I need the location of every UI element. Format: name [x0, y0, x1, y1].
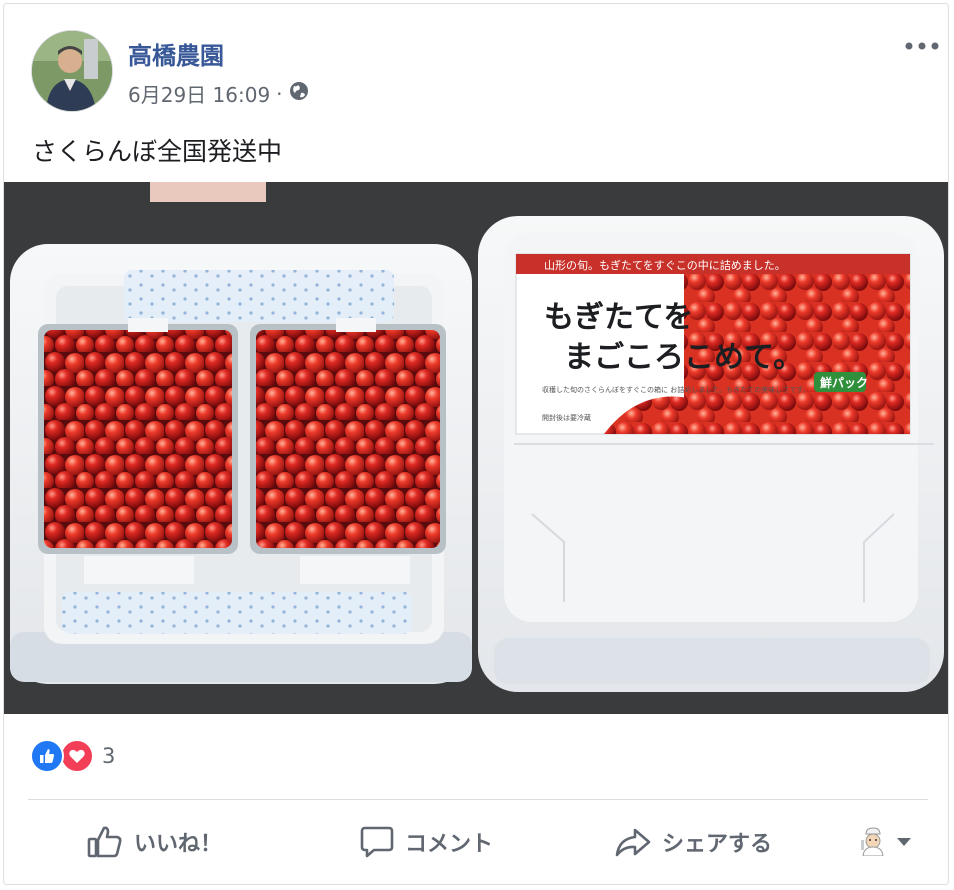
- lid-headline-2: まごころこめて。: [564, 340, 803, 375]
- meta-separator: ·: [276, 81, 283, 106]
- lid-desc: 収穫した旬のさくらんぼをすぐこの箱に お詰めしました。もぎたての美味しさです。: [542, 385, 810, 394]
- comment-icon: [359, 824, 395, 860]
- cherry-box-photo: 山形の旬。もぎたてをすぐこの中に詰めました。 もぎたてを まごころこめて。 鮮パ…: [4, 182, 948, 714]
- avatar-photo: [32, 31, 112, 111]
- lid-headline-1: もぎたてを: [544, 300, 693, 335]
- post-timestamp[interactable]: 6月29日 16:09: [128, 79, 270, 108]
- lid-origin: 開封後は要冷蔵: [542, 413, 591, 422]
- post-card: 高橋農園 6月29日 16:09 · さくらんぼ全国発送中 山形の旬。もぎたてを…: [3, 3, 949, 885]
- share-arrow-icon: [614, 824, 652, 860]
- page-name-link[interactable]: 高橋農園: [128, 36, 224, 71]
- post-text: さくらんぼ全国発送中: [32, 137, 283, 166]
- thumbs-up-icon: [86, 824, 124, 860]
- viewer-selector[interactable]: [856, 824, 912, 858]
- like-button[interactable]: いいね！: [86, 820, 222, 864]
- reaction-count[interactable]: 3: [102, 744, 115, 768]
- like-button-label: いいね！: [134, 832, 223, 857]
- more-dots-icon: [905, 42, 939, 50]
- comment-button[interactable]: コメント: [359, 820, 493, 864]
- post-photo[interactable]: 山形の旬。もぎたてをすぐこの中に詰めました。 もぎたてを まごころこめて。 鮮パ…: [4, 182, 948, 714]
- share-button-label: シェアする: [662, 832, 773, 857]
- lid-banner-small: 山形の旬。もぎたてをすぐこの中に詰めました。: [544, 258, 786, 272]
- more-options-button[interactable]: [904, 34, 940, 58]
- love-icon: [60, 739, 94, 773]
- share-button[interactable]: シェアする: [614, 820, 772, 864]
- like-icon: [30, 739, 64, 773]
- page-avatar[interactable]: [31, 30, 113, 112]
- viewer-avatar-icon: [856, 824, 890, 858]
- chevron-down-icon: [896, 832, 912, 851]
- lid-badge: 鮮パック: [820, 375, 868, 390]
- actions-divider: [28, 799, 928, 800]
- reactions-summary[interactable]: 3: [30, 739, 115, 773]
- comment-button-label: コメント: [405, 832, 494, 857]
- post-meta: 6月29日 16:09 ·: [128, 79, 309, 108]
- globe-icon[interactable]: [289, 81, 309, 106]
